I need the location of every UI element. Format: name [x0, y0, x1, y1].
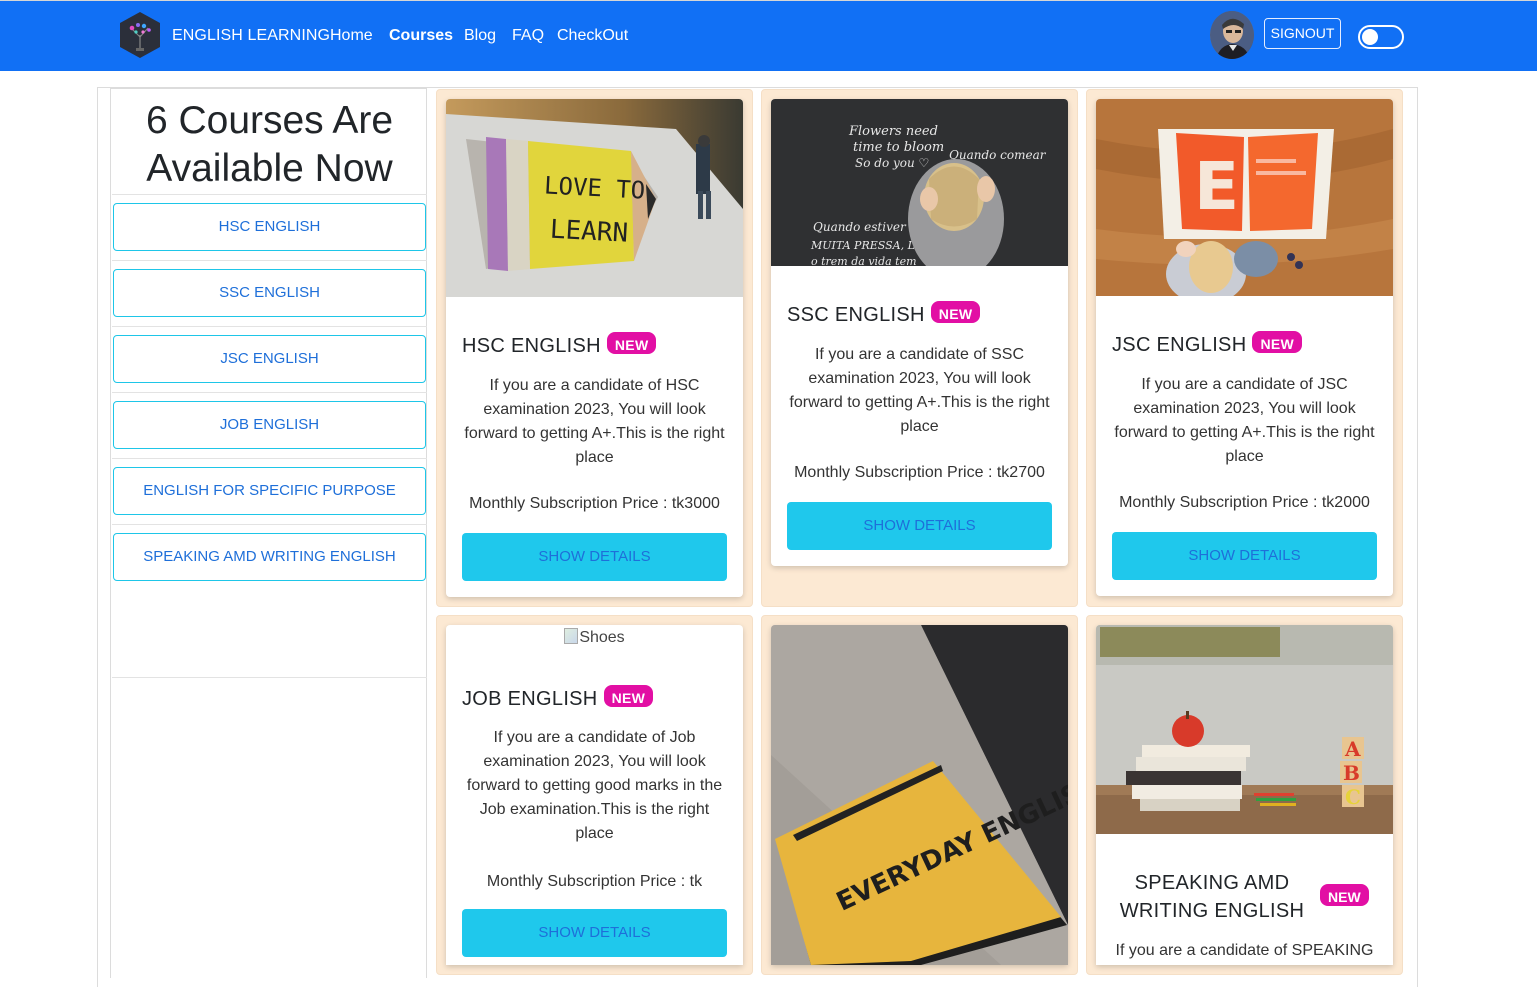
image-alt-text: Shoes — [579, 629, 625, 646]
new-badge: NEW — [1320, 884, 1369, 906]
nav-link-courses[interactable]: Courses — [389, 27, 453, 45]
brand-logo-icon[interactable] — [118, 11, 162, 59]
new-badge: NEW — [606, 332, 657, 354]
user-avatar[interactable] — [1210, 11, 1254, 59]
navbar: ENGLISH LEARNING Home Courses Blog FAQ C… — [0, 0, 1537, 71]
course-image-everyday-english: EVERYDAY ENGLISH — [771, 625, 1068, 965]
sidebar-row: HSC ENGLISH — [112, 194, 427, 256]
sidebar-item-speaking-writing-english[interactable]: SPEAKING AMD WRITING ENGLISH — [113, 533, 426, 581]
block-letter-c: C — [1345, 785, 1361, 809]
brand-name[interactable]: ENGLISH LEARNING — [172, 27, 330, 45]
sidebar-title: 6 Courses Are Available Now — [145, 99, 394, 190]
course-sidebar: 6 Courses Are Available Now HSC ENGLISH … — [110, 88, 427, 978]
sidebar-row: JSC ENGLISH — [112, 326, 427, 388]
sidebar-row: SSC ENGLISH — [112, 260, 427, 322]
course-card-job: Shoes JOB ENGLISH NEW If you are a candid… — [446, 625, 743, 965]
sidebar-item-ssc-english[interactable]: SSC ENGLISH — [113, 269, 426, 317]
sidebar-item-hsc-english[interactable]: HSC ENGLISH — [113, 203, 426, 251]
chalk-text-5: Quando estiver in — [813, 220, 921, 234]
sign-text-line-2: LEARN — [549, 215, 629, 249]
course-image-orange-book: E — [1096, 99, 1393, 296]
course-description: If you are a candidate of SSC examinatio… — [789, 346, 1050, 435]
show-details-button[interactable]: SHOW DETAILS — [462, 909, 727, 957]
user-avatar-icon — [1210, 11, 1254, 59]
show-details-button[interactable]: SHOW DETAILS — [1112, 532, 1377, 580]
course-card-speaking-writing: A B C SPEAKING AMD WRITING ENGLISH NEW I… — [1096, 625, 1393, 965]
nav-link-checkout[interactable]: CheckOut — [557, 27, 628, 45]
course-title: SSC ENGLISH NEW — [787, 301, 981, 327]
course-description: If you are a candidate of JSC examinatio… — [1114, 376, 1375, 465]
block-letter-a: A — [1344, 737, 1361, 761]
new-badge: NEW — [1252, 331, 1303, 353]
course-title-text: JOB ENGLISH — [462, 688, 598, 710]
course-description: If you are a candidate of SPEAKING — [1115, 942, 1374, 959]
course-title-text: SPEAKING AMD WRITING ENGLISH — [1119, 872, 1305, 922]
chalk-text-7: o trem da vida tem — [811, 255, 917, 266]
signout-button[interactable]: SIGNOUT — [1264, 18, 1341, 49]
course-card-ssc: Flowers need time to bloom So do you ♡ Q… — [771, 99, 1068, 566]
course-title: JSC ENGLISH NEW — [1112, 331, 1303, 357]
new-badge: NEW — [930, 301, 981, 323]
chalk-text-2: time to bloom — [853, 140, 944, 155]
course-title-text: JSC ENGLISH — [1112, 334, 1247, 356]
nav-link-faq[interactable]: FAQ — [512, 27, 544, 45]
course-title-text: SSC ENGLISH — [787, 304, 925, 326]
sidebar-row: ENGLISH FOR SPECIFIC PURPOSE — [112, 458, 427, 520]
chalk-text-1: Flowers need — [848, 124, 938, 139]
show-details-button[interactable]: SHOW DETAILS — [462, 533, 727, 581]
course-card-hsc: LOVE TO LEARN HSC ENGLISH NEW If you are … — [446, 99, 743, 597]
sidebar-item-jsc-english[interactable]: JSC ENGLISH — [113, 335, 426, 383]
sidebar-divider — [112, 677, 427, 678]
course-price: Monthly Subscription Price : tk2000 — [1119, 494, 1370, 511]
broken-image-icon — [564, 628, 579, 644]
nav-link-home[interactable]: Home — [330, 27, 373, 45]
nav-link-blog[interactable]: Blog — [464, 27, 496, 45]
course-price: Monthly Subscription Price : tk — [486, 873, 703, 890]
show-details-button[interactable]: SHOW DETAILS — [787, 502, 1052, 550]
course-price: Monthly Subscription Price : tk2700 — [794, 464, 1045, 481]
course-card-specific-purpose: EVERYDAY ENGLISH — [771, 625, 1068, 965]
new-badge: NEW — [603, 685, 654, 707]
book-letter: E — [1194, 148, 1239, 225]
sidebar-row: JOB ENGLISH — [112, 392, 427, 454]
theme-toggle[interactable] — [1358, 25, 1404, 49]
course-price: Monthly Subscription Price : tk3000 — [469, 495, 720, 512]
toggle-knob — [1362, 29, 1378, 45]
block-letter-b: B — [1343, 761, 1360, 785]
chalk-text-3: So do you ♡ — [855, 156, 929, 170]
sign-text-line-1: LOVE TO — [543, 171, 645, 204]
course-card-jsc: E JSC ENGLISH NEW If you are a candidate … — [1096, 99, 1393, 596]
course-description: If you are a candidate of HSC examinatio… — [464, 377, 725, 466]
course-image-chalkboard: Flowers need time to bloom So do you ♡ Q… — [771, 99, 1068, 266]
course-title-text: HSC ENGLISH — [462, 335, 601, 357]
course-image-broken: Shoes — [446, 628, 743, 647]
course-description: If you are a candidate of Job examinatio… — [466, 729, 723, 842]
sidebar-item-job-english[interactable]: JOB ENGLISH — [113, 401, 426, 449]
course-image-apple-books: A B C — [1096, 625, 1393, 834]
sidebar-item-english-specific-purpose[interactable]: ENGLISH FOR SPECIFIC PURPOSE — [113, 467, 426, 515]
course-title: HSC ENGLISH NEW — [462, 332, 657, 358]
course-image-love-to-learn: LOVE TO LEARN — [446, 99, 743, 297]
course-title: JOB ENGLISH NEW — [462, 685, 654, 711]
sidebar-row: SPEAKING AMD WRITING ENGLISH — [112, 524, 427, 586]
